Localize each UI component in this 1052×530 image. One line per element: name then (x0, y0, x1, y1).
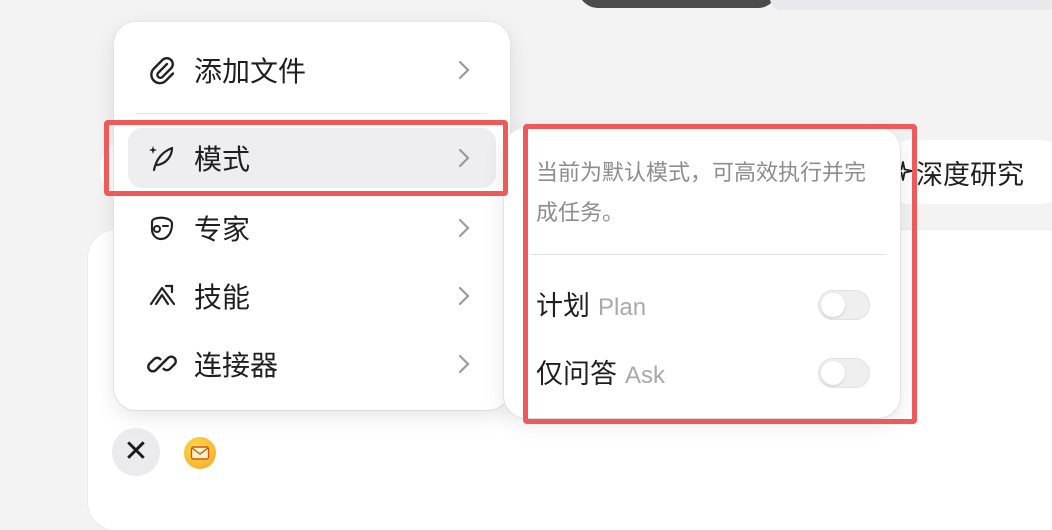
menu-item-label: 专家 (194, 213, 251, 246)
menu-item-mode[interactable]: 模式 (128, 128, 496, 188)
skills-icon (144, 278, 180, 314)
menu-item-add-file[interactable]: 添加文件 (128, 40, 496, 100)
envelope-glyph (190, 446, 210, 460)
paperclip-icon (144, 52, 180, 88)
close-icon: ✕ (123, 434, 149, 469)
menu-item-expert[interactable]: 专家 (128, 198, 496, 258)
menu-item-label: 技能 (194, 281, 251, 314)
chevron-right-icon (458, 286, 470, 306)
option-plan[interactable]: 计划 Plan (536, 284, 646, 324)
deep-research-label: 深度研究 (916, 159, 1024, 191)
menu-item-label: 连接器 (194, 349, 279, 382)
close-button[interactable]: ✕ (112, 428, 160, 476)
submenu-divider (530, 254, 886, 255)
attachment-menu: 添加文件 模式 专家 技能 连接器 (114, 22, 510, 410)
chevron-right-icon (458, 354, 470, 374)
top-dark-bar (578, 0, 778, 8)
ask-toggle[interactable] (818, 358, 870, 388)
option-ask-label: 仅问答 (536, 359, 617, 390)
menu-item-label: 添加文件 (194, 55, 307, 88)
menu-divider (136, 113, 486, 114)
expert-face-icon (144, 210, 180, 246)
mode-description: 当前为默认模式，可高效执行并完成任务。 (536, 161, 867, 226)
option-ask[interactable]: 仅问答 Ask (536, 352, 665, 392)
deep-research-chip[interactable]: 深度研究 (880, 140, 1052, 204)
top-bar-right (770, 0, 1052, 10)
option-plan-label: 计划 (536, 291, 590, 322)
option-ask-sublabel: Ask (625, 362, 666, 389)
menu-item-connectors[interactable]: 连接器 (128, 334, 496, 394)
feather-sparkle-icon (144, 140, 180, 176)
mail-icon[interactable] (184, 437, 216, 469)
menu-item-skills[interactable]: 技能 (128, 266, 496, 326)
chevron-right-icon (458, 60, 470, 80)
chevron-right-icon (458, 218, 470, 238)
toggle-knob (821, 293, 845, 317)
menu-item-label: 模式 (194, 143, 251, 176)
mode-submenu: 当前为默认模式，可高效执行并完成任务。 计划 Plan 仅问答 Ask (504, 128, 900, 418)
chevron-right-icon (458, 148, 470, 168)
link-icon (144, 346, 180, 382)
toggle-knob (821, 361, 845, 385)
option-plan-sublabel: Plan (598, 294, 647, 321)
plan-toggle[interactable] (818, 290, 870, 320)
